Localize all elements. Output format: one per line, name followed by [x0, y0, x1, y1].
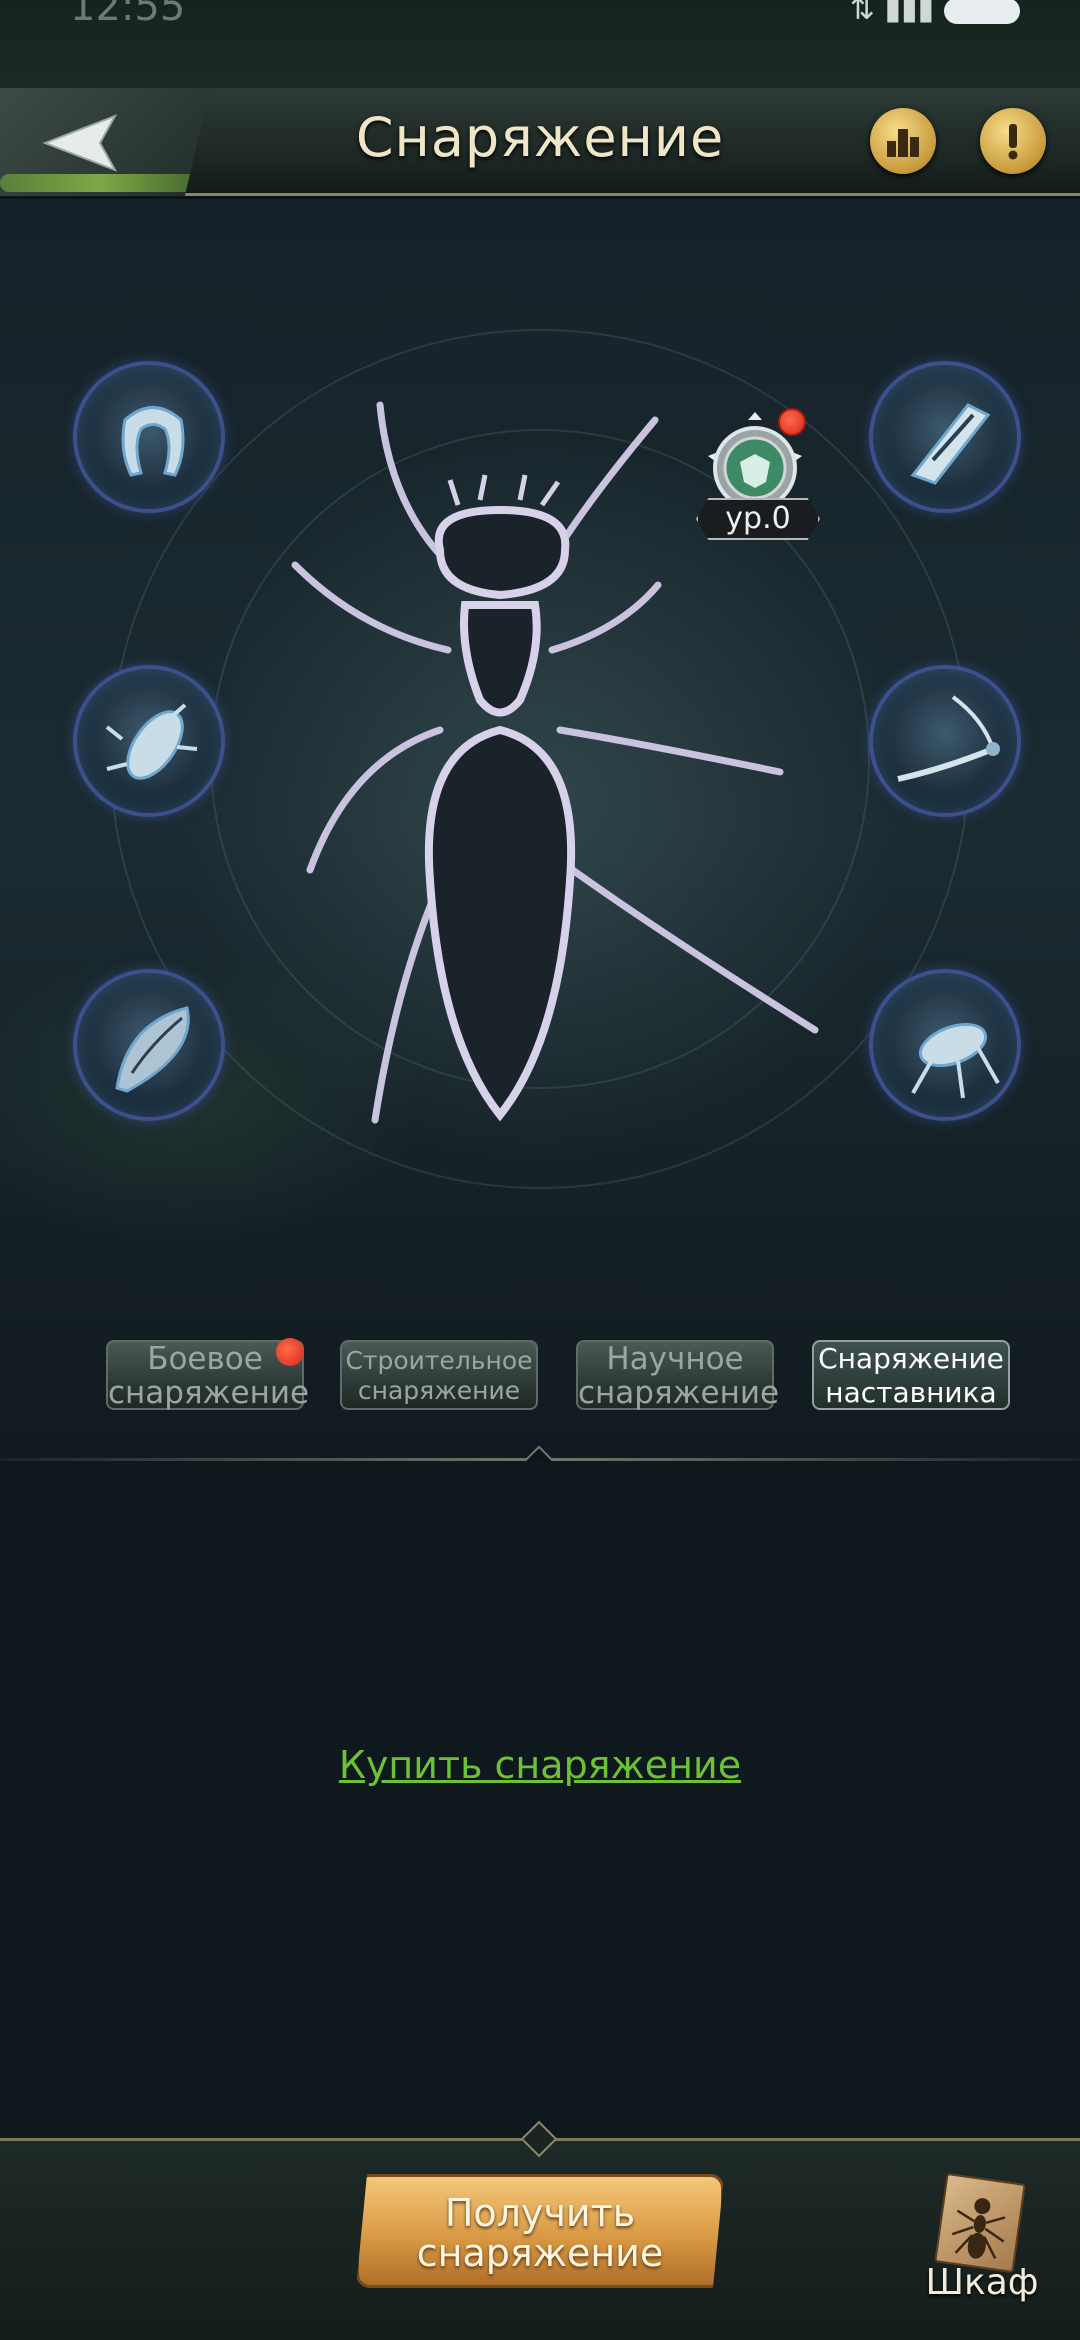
info-button[interactable] — [980, 108, 1046, 174]
tab-label-line2: снаряжение — [357, 1376, 521, 1405]
tab-label-line1: Строительное — [345, 1346, 533, 1375]
tab-mentor-equipment[interactable]: Снаряжение наставника — [812, 1340, 1010, 1410]
blade-gear-icon — [910, 403, 991, 485]
tab-label-line2: снаряжение — [108, 1375, 310, 1411]
tab-label-line2: наставника — [825, 1376, 997, 1409]
closet-label: Шкаф — [925, 2262, 1039, 2303]
status-time: 12:55 — [70, 0, 186, 30]
status-bar: 12:55 ⇅ ▮▮▮ — [0, 0, 1080, 88]
equipment-slot-mandible[interactable] — [73, 361, 225, 513]
notification-dot — [778, 408, 806, 436]
closet-book-icon — [934, 2172, 1026, 2274]
header: Снаряжение — [0, 88, 1080, 196]
medal-level-badge: ур.0 — [696, 498, 820, 540]
tab-label-line1: Боевое — [147, 1341, 263, 1377]
get-equipment-button[interactable]: Получить снаряжение — [356, 2174, 724, 2288]
vine-decoration — [0, 174, 200, 192]
buy-equipment-link[interactable]: Купить снаряжение — [0, 1743, 1080, 1787]
ranking-button[interactable] — [870, 108, 936, 174]
ant-icon — [951, 2198, 1006, 2260]
closet-button[interactable]: Шкаф — [922, 2172, 1042, 2318]
battery-icon — [944, 0, 1020, 24]
get-button-line2: снаряжение — [416, 2231, 664, 2275]
tab-combat-equipment[interactable]: Боевое снаряжение — [106, 1338, 310, 1411]
info-exclamation-icon — [1008, 124, 1018, 160]
leg-gear-icon — [911, 1022, 1000, 1099]
tab-label-line2: снаряжение — [578, 1375, 780, 1411]
tab-label-line1: Научное — [606, 1341, 744, 1377]
beetle-gear-icon — [105, 703, 198, 780]
equipment-tabs: Боевое снаряжение Строительное снаряжени… — [0, 1330, 1080, 1420]
equipment-slot-shell[interactable] — [73, 969, 225, 1121]
shell-gear-icon — [115, 1006, 190, 1093]
notification-dot — [276, 1338, 304, 1366]
equipment-slot-blade[interactable] — [869, 361, 1021, 513]
antenna-gear-icon — [897, 695, 1000, 782]
tab-building-equipment[interactable]: Строительное снаряжение — [340, 1340, 538, 1410]
ranking-icon — [887, 129, 919, 157]
tab-science-equipment[interactable]: Научное снаряжение — [576, 1340, 780, 1411]
get-button-line1: Получить — [444, 2191, 636, 2235]
tab-label-line1: Снаряжение — [818, 1342, 1004, 1375]
equipment-slot-leg[interactable] — [869, 969, 1021, 1121]
status-icons: ⇅ ▮▮▮ — [850, 0, 1020, 27]
equipment-list-panel: Купить снаряжение — [0, 1461, 1080, 2139]
equipment-slot-antenna[interactable] — [869, 665, 1021, 817]
mandible-gear-icon — [121, 406, 185, 477]
equipment-slot-beetle[interactable] — [73, 665, 225, 817]
